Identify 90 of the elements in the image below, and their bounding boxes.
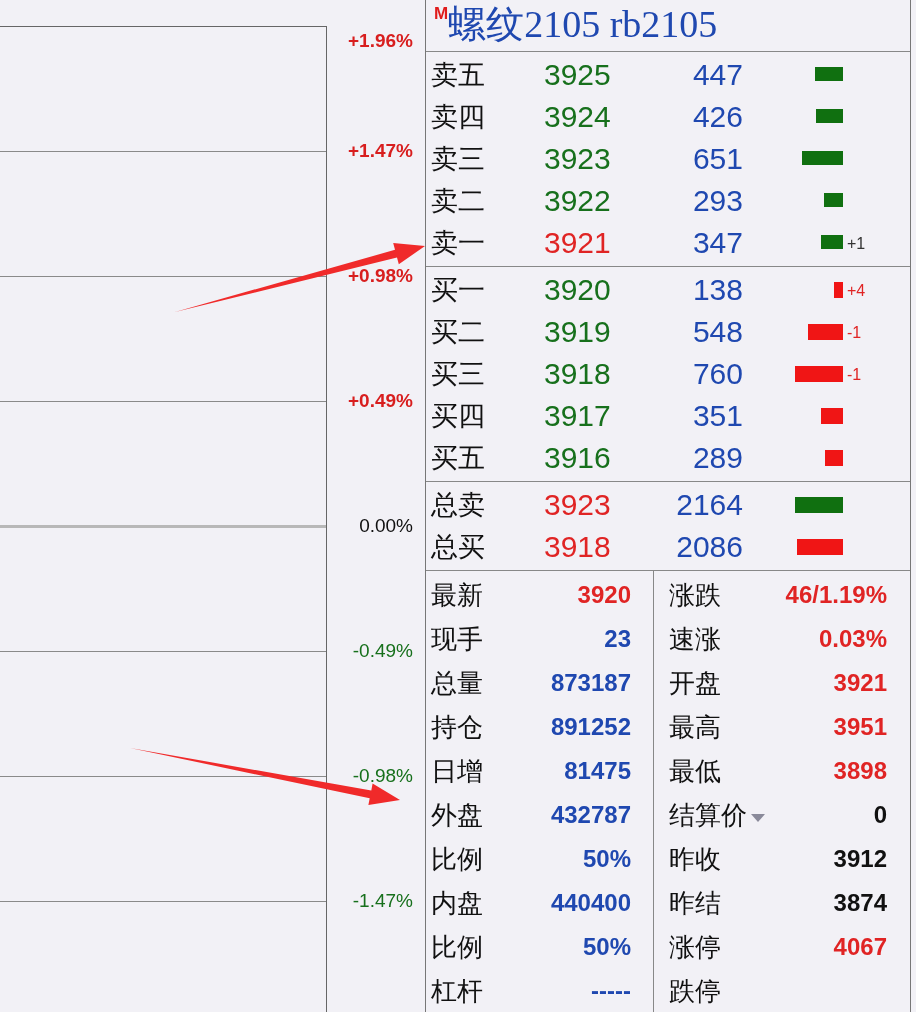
stat-value: 891252 <box>550 713 631 741</box>
axis-label: -0.98% <box>352 764 413 787</box>
stat-label: 现手 <box>431 622 483 656</box>
order-label: 买一 <box>431 273 486 307</box>
stat-value: 81475 <box>564 757 631 785</box>
axis-label: 0.00% <box>359 514 413 537</box>
stat-value: 3898 <box>833 757 887 785</box>
stat-value: 0 <box>873 801 887 829</box>
volume: 293 <box>692 184 743 218</box>
axis-label: +0.98% <box>348 264 413 287</box>
axis-label: +1.47% <box>348 139 413 162</box>
volume-change: +4 <box>846 281 866 299</box>
price: 3918 <box>544 530 612 564</box>
volume: 651 <box>692 142 743 176</box>
stat-label: 最新 <box>431 578 483 612</box>
stat-value: 3874 <box>833 889 887 917</box>
stat-value: 3921 <box>833 669 887 697</box>
stat-value: 432787 <box>550 801 631 829</box>
stat-label: 速涨 <box>669 622 721 656</box>
stat-value: 3951 <box>833 713 887 741</box>
stat-value: 873187 <box>550 669 631 697</box>
stat-label: 外盘 <box>431 798 483 832</box>
dropdown-caret-icon[interactable] <box>751 814 765 822</box>
axis-label: +0.49% <box>348 389 413 412</box>
price: 3923 <box>544 142 612 176</box>
stat-value: 3912 <box>833 845 887 873</box>
order-label: 卖四 <box>431 100 486 134</box>
volume-change: -1 <box>846 365 862 383</box>
price: 3918 <box>544 357 612 391</box>
stat-label: 比例 <box>431 842 483 876</box>
price: 3921 <box>544 226 612 260</box>
volume: 351 <box>692 399 743 433</box>
order-label: 卖二 <box>431 184 486 218</box>
axis-label: -0.49% <box>352 639 413 662</box>
price: 3922 <box>544 184 612 218</box>
order-label: 买三 <box>431 357 486 391</box>
order-label: 卖三 <box>431 142 486 176</box>
stat-label: 日增 <box>431 754 483 788</box>
stat-label: 内盘 <box>431 886 483 920</box>
stat-label: 昨收 <box>669 842 721 876</box>
volume: 2086 <box>676 530 743 564</box>
stat-value: 50% <box>582 933 631 961</box>
price: 3919 <box>544 315 612 349</box>
stat-label: 涨停 <box>669 930 721 964</box>
stat-label: 最高 <box>669 710 721 744</box>
order-label: 买二 <box>431 315 486 349</box>
stat-label: 涨跌 <box>669 578 721 612</box>
price: 3924 <box>544 100 612 134</box>
stat-label: 昨结 <box>669 886 721 920</box>
stat-label: 结算价 <box>669 798 747 832</box>
order-label: 总卖 <box>431 488 486 522</box>
volume: 447 <box>692 58 743 92</box>
stat-value: ----- <box>591 977 631 1005</box>
stat-value: 4067 <box>833 933 887 961</box>
price: 3917 <box>544 399 612 433</box>
volume: 2164 <box>676 488 743 522</box>
stat-label: 开盘 <box>669 666 721 700</box>
order-label: 买四 <box>431 399 486 433</box>
order-label: 卖一 <box>431 226 486 260</box>
order-label: 卖五 <box>431 58 486 92</box>
stat-value: 0.03% <box>818 625 887 653</box>
volume-change: +1 <box>846 234 866 252</box>
stat-label: 最低 <box>669 754 721 788</box>
price: 3916 <box>544 441 612 475</box>
stat-value: 3920 <box>577 581 631 609</box>
price: 3925 <box>544 58 612 92</box>
volume: 289 <box>692 441 743 475</box>
volume: 138 <box>692 273 743 307</box>
stat-value: 46/1.19% <box>785 581 887 609</box>
volume: 548 <box>692 315 743 349</box>
stat-value: 440400 <box>550 889 631 917</box>
volume: 347 <box>692 226 743 260</box>
stat-label: 杠杆 <box>431 974 483 1008</box>
stat-label: 总量 <box>431 666 483 700</box>
axis-label: +1.96% <box>348 30 413 52</box>
stat-label: 跌停 <box>669 974 721 1008</box>
stat-label: 持仓 <box>431 710 483 744</box>
volume-change: -1 <box>846 323 862 341</box>
market-label: M <box>434 4 449 24</box>
order-label: 总买 <box>431 530 486 564</box>
order-label: 买五 <box>431 441 486 475</box>
instrument-title: 螺纹2105 rb2105 <box>448 2 718 47</box>
volume: 760 <box>692 357 743 391</box>
axis-label: -1.47% <box>352 889 413 912</box>
stat-label: 比例 <box>431 930 483 964</box>
stat-value: 50% <box>582 845 631 873</box>
price: 3923 <box>544 488 612 522</box>
price: 3920 <box>544 273 612 307</box>
volume: 426 <box>692 100 743 134</box>
stat-value: 23 <box>604 625 631 653</box>
